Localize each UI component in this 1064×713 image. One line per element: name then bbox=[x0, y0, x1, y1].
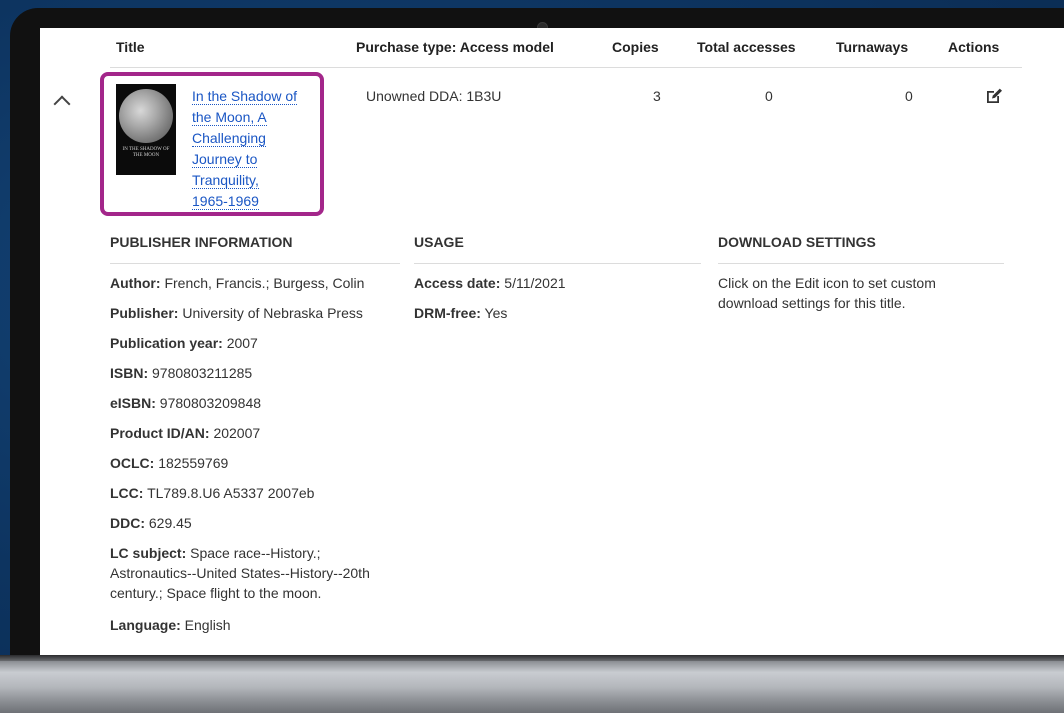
download-settings-heading: DOWNLOAD SETTINGS bbox=[718, 234, 876, 250]
section-divider bbox=[110, 263, 400, 264]
publisher-field: Publisher: University of Nebraska Press bbox=[110, 305, 363, 321]
publication-year-field: Publication year: 2007 bbox=[110, 335, 258, 351]
title-line: Tranquility, bbox=[192, 172, 259, 189]
laptop-hinge bbox=[0, 655, 1064, 661]
title-line: Journey to bbox=[192, 151, 258, 168]
ddc-field: DDC: 629.45 bbox=[110, 515, 192, 531]
copies-value: 3 bbox=[653, 88, 661, 104]
book-cover[interactable]: IN THE SHADOW OF THE MOON bbox=[116, 84, 176, 175]
column-header-purchase-type[interactable]: Purchase type: Access model bbox=[356, 39, 554, 55]
lcc-field: LCC: TL789.8.U6 A5337 2007eb bbox=[110, 485, 315, 501]
lc-subject-field: LC subject: Space race--History.; Astron… bbox=[110, 545, 370, 601]
column-header-copies[interactable]: Copies bbox=[612, 39, 659, 55]
turnaways-value: 0 bbox=[905, 88, 913, 104]
isbn-field: ISBN: 9780803211285 bbox=[110, 365, 253, 381]
title-line: In the Shadow of bbox=[192, 88, 298, 105]
title-line: Challenging bbox=[192, 130, 266, 147]
author-field: Author: French, Francis.; Burgess, Colin bbox=[110, 275, 365, 291]
laptop-base bbox=[0, 655, 1064, 713]
screen: Title Purchase type: Access model Copies… bbox=[40, 28, 1064, 655]
oclc-field: OCLC: 182559769 bbox=[110, 455, 229, 471]
language-field: Language: English bbox=[110, 617, 231, 633]
product-id-field: Product ID/AN: 202007 bbox=[110, 425, 261, 441]
column-header-title[interactable]: Title bbox=[116, 39, 145, 55]
moon-image bbox=[119, 89, 173, 143]
title-link[interactable]: In the Shadow of the Moon, A Challenging… bbox=[192, 86, 314, 212]
cover-title: IN THE SHADOW OF THE MOON bbox=[122, 147, 170, 158]
purchase-type-value: Unowned DDA: 1B3U bbox=[366, 88, 502, 104]
title-line: the Moon, A bbox=[192, 109, 267, 126]
eisbn-field: eISBN: 9780803209848 bbox=[110, 395, 262, 411]
total-accesses-value: 0 bbox=[765, 88, 773, 104]
header-divider bbox=[110, 67, 1022, 68]
usage-heading: USAGE bbox=[414, 234, 464, 250]
edit-icon[interactable] bbox=[984, 86, 1004, 106]
column-header-total-accesses[interactable]: Total accesses bbox=[697, 39, 796, 55]
chevron-up-icon[interactable] bbox=[53, 95, 71, 113]
access-date-field: Access date: 5/11/2021 bbox=[414, 275, 566, 291]
section-divider bbox=[414, 263, 701, 264]
drm-free-field: DRM-free: Yes bbox=[414, 305, 508, 321]
column-header-turnaways[interactable]: Turnaways bbox=[836, 39, 908, 55]
download-settings-text: Click on the Edit icon to set custom dow… bbox=[718, 275, 936, 311]
title-line: 1965-1969 bbox=[192, 193, 259, 210]
column-header-actions: Actions bbox=[948, 39, 1000, 55]
section-divider bbox=[718, 263, 1004, 264]
publisher-info-heading: PUBLISHER INFORMATION bbox=[110, 234, 293, 250]
